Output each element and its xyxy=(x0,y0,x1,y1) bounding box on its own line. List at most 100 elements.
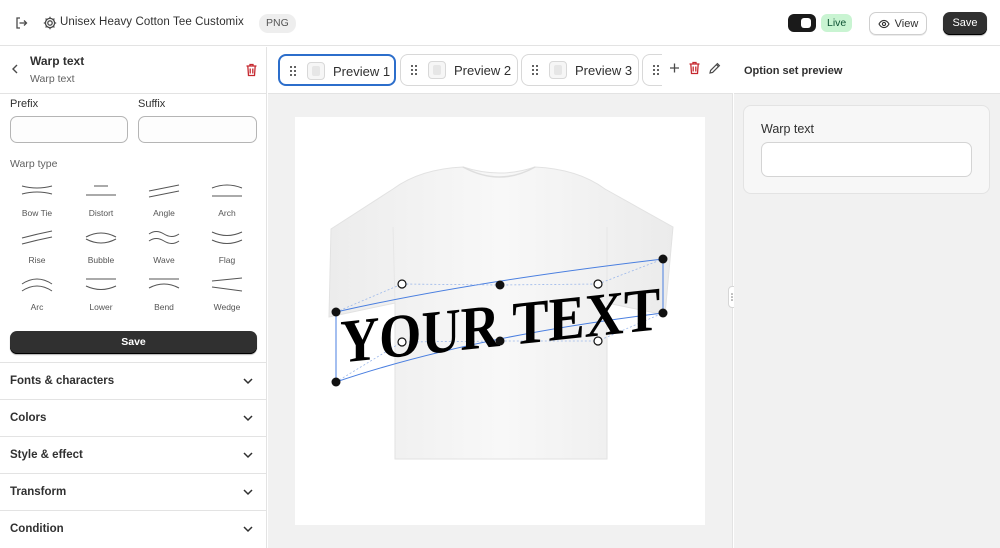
live-toggle[interactable] xyxy=(788,14,816,32)
warp-option-label: Bubble xyxy=(87,255,115,265)
warp-text-field-label: Warp text xyxy=(761,122,815,136)
chevron-left-icon[interactable] xyxy=(8,62,22,76)
bubble-icon xyxy=(85,232,117,244)
chevron-down-icon xyxy=(243,415,253,422)
suffix-input[interactable] xyxy=(138,116,257,143)
warp-option-label: Angle xyxy=(153,208,175,218)
preview-area: Preview 1 Preview 2 Preview 3 YOUR TEXT xyxy=(268,47,733,548)
chevron-down-icon xyxy=(243,526,253,533)
bend-icon xyxy=(148,278,180,289)
section-label: Condition xyxy=(10,523,64,535)
rise-icon xyxy=(21,230,53,245)
wave-icon xyxy=(148,231,180,244)
section-label: Colors xyxy=(10,412,47,424)
tshirt-thumbnail xyxy=(549,61,567,79)
warp-option-label: Lower xyxy=(89,302,113,312)
view-button-label: View xyxy=(894,17,919,30)
warp-option-label: Bow Tie xyxy=(21,208,53,218)
warp-option-label: Arch xyxy=(218,208,236,218)
tab-preview-1[interactable]: Preview 1 xyxy=(278,54,396,86)
drag-handle-icon[interactable] xyxy=(531,64,539,76)
warp-option-label: Arc xyxy=(30,302,44,312)
save-warp-button[interactable]: Save xyxy=(10,331,257,354)
format-badge: PNG xyxy=(259,14,296,33)
warp-option-lower[interactable]: Lower xyxy=(70,274,132,314)
prefix-input[interactable] xyxy=(10,116,128,143)
tab-preview-4-partial[interactable] xyxy=(642,54,662,86)
chevron-down-icon xyxy=(243,489,253,496)
left-panel-header: Warp text Warp text xyxy=(0,47,266,94)
warp-option-bubble[interactable]: Bubble xyxy=(70,227,132,267)
drag-handle-icon[interactable] xyxy=(652,64,660,76)
design-canvas[interactable] xyxy=(295,117,705,525)
warp-option-label: Wave xyxy=(153,255,175,265)
exit-icon[interactable] xyxy=(12,14,30,32)
warp-option-label: Wedge xyxy=(213,302,241,312)
panel-subtitle: Warp text xyxy=(30,73,75,85)
gear-icon xyxy=(43,16,57,30)
warp-option-arch[interactable]: Arch xyxy=(196,180,258,220)
option-card: Warp text xyxy=(743,105,990,194)
right-panel-header: Option set preview xyxy=(734,47,1000,94)
warp-option-rise[interactable]: Rise xyxy=(6,227,68,267)
tshirt-mockup xyxy=(328,166,674,460)
warp-option-wedge[interactable]: Wedge xyxy=(196,274,258,314)
add-icon[interactable] xyxy=(668,61,681,75)
prefix-label: Prefix xyxy=(10,98,39,110)
drag-handle-icon[interactable] xyxy=(289,65,297,77)
tab-preview-3[interactable]: Preview 3 xyxy=(521,54,639,86)
section-fonts-characters[interactable]: Fonts & characters xyxy=(0,362,266,399)
tshirt-thumbnail xyxy=(428,61,446,79)
section-style-effect[interactable]: Style & effect xyxy=(0,436,266,473)
status-badge: Live xyxy=(821,14,853,32)
tab-label: Preview 2 xyxy=(454,63,512,78)
flag-icon xyxy=(211,231,243,244)
preview-tabs-bar: Preview 1 Preview 2 Preview 3 xyxy=(268,47,733,94)
section-label: Style & effect xyxy=(10,449,83,461)
warp-option-label: Bend xyxy=(154,302,174,312)
tshirt-thumbnail xyxy=(307,62,325,80)
option-set-preview-title: Option set preview xyxy=(744,65,843,77)
delete-icon[interactable] xyxy=(245,63,258,77)
arch-icon xyxy=(211,184,243,197)
warp-option-bow-tie[interactable]: Bow Tie xyxy=(6,180,68,220)
chevron-down-icon xyxy=(243,378,253,385)
save-button[interactable]: Save xyxy=(943,12,987,35)
left-panel: Warp text Warp text Prefix Suffix Warp t… xyxy=(0,47,267,548)
view-button[interactable]: View xyxy=(869,12,927,35)
lower-icon xyxy=(85,278,117,290)
warp-option-label: Rise xyxy=(28,255,46,265)
arc-icon xyxy=(21,278,53,292)
warp-option-wave[interactable]: Wave xyxy=(133,227,195,267)
tab-label: Preview 1 xyxy=(333,64,391,79)
edit-icon[interactable] xyxy=(708,61,721,75)
section-transform[interactable]: Transform xyxy=(0,473,266,510)
warp-text-input[interactable] xyxy=(761,142,972,177)
warp-option-bend[interactable]: Bend xyxy=(133,274,195,314)
tab-preview-2[interactable]: Preview 2 xyxy=(400,54,518,86)
warp-option-arc[interactable]: Arc xyxy=(6,274,68,314)
panel-title: Warp text xyxy=(30,54,85,68)
app-title: Unisex Heavy Cotton Tee Customix xyxy=(60,16,244,28)
warp-option-label: Flag xyxy=(218,255,236,265)
warp-type-label: Warp type xyxy=(10,158,58,170)
warp-option-label: Distort xyxy=(88,208,114,218)
warp-option-angle[interactable]: Angle xyxy=(133,180,195,220)
drag-handle-icon[interactable] xyxy=(410,64,418,76)
angle-icon xyxy=(148,184,180,198)
delete-icon[interactable] xyxy=(688,61,701,75)
top-bar: Unisex Heavy Cotton Tee Customix PNG Liv… xyxy=(0,0,1000,46)
section-label: Fonts & characters xyxy=(10,375,115,387)
warp-option-flag[interactable]: Flag xyxy=(196,227,258,267)
suffix-label: Suffix xyxy=(138,98,166,110)
section-colors[interactable]: Colors xyxy=(0,399,266,436)
section-condition[interactable]: Condition xyxy=(0,510,266,547)
bow-tie-icon xyxy=(21,185,53,195)
section-label: Transform xyxy=(10,486,67,498)
warp-option-distort[interactable]: Distort xyxy=(70,180,132,220)
wedge-icon xyxy=(211,277,243,292)
eye-icon xyxy=(878,19,890,28)
right-panel: Option set preview Warp text xyxy=(734,47,1000,548)
tab-label: Preview 3 xyxy=(575,63,633,78)
chevron-down-icon xyxy=(243,452,253,459)
